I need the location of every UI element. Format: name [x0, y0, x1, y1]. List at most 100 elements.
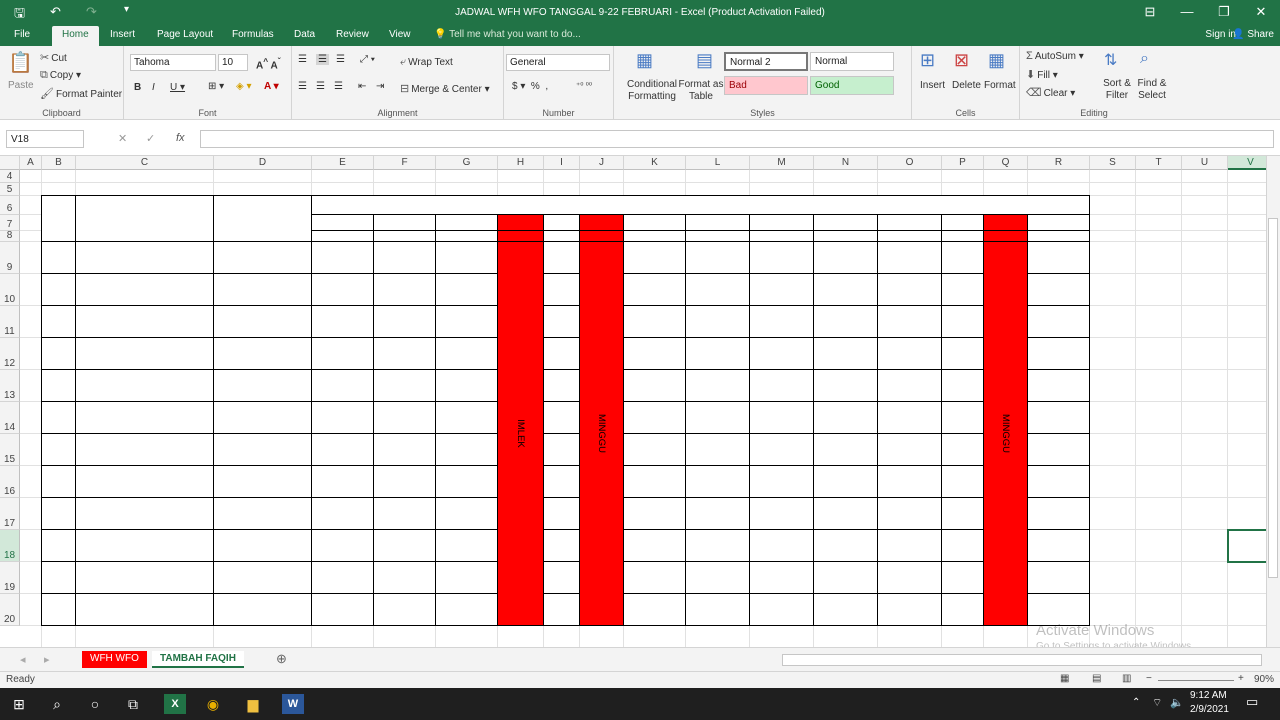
row-header-9[interactable]: 9: [0, 242, 20, 274]
column-header-b[interactable]: B: [42, 156, 76, 170]
font-name-select[interactable]: Tahoma: [130, 54, 216, 71]
word-app-icon[interactable]: W: [282, 694, 304, 714]
font-color-icon[interactable]: A ▾: [264, 81, 279, 92]
spreadsheet-grid[interactable]: A B C D E F G H I J K L M N O P Q R S T U V 4 5 6 7 8 9 10 11 12 13 14 15…: [0, 156, 1280, 647]
select-all-corner[interactable]: [0, 156, 20, 170]
row-header-5[interactable]: 5: [0, 183, 20, 196]
insert-cells-button[interactable]: Insert: [920, 80, 945, 91]
column-header-c[interactable]: C: [76, 156, 214, 170]
align-middle-icon[interactable]: ☰: [316, 54, 329, 65]
tray-chevron-icon[interactable]: ⌃: [1132, 697, 1140, 708]
row-header-4[interactable]: 4: [0, 170, 20, 183]
find-select-icon[interactable]: ⌕: [1140, 50, 1149, 68]
column-header-s[interactable]: S: [1090, 156, 1136, 170]
column-header-m[interactable]: M: [750, 156, 814, 170]
sort-filter-icon[interactable]: ⇅: [1104, 50, 1117, 70]
align-bottom-icon[interactable]: ☰: [336, 54, 345, 65]
borders-icon[interactable]: ⊞ ▾: [208, 81, 224, 92]
sort-filter-button[interactable]: Sort & Filter: [1100, 78, 1134, 102]
delete-cells-icon[interactable]: ⊠: [954, 50, 969, 71]
column-header-f[interactable]: F: [374, 156, 436, 170]
align-right-icon[interactable]: ☰: [334, 81, 343, 92]
align-top-icon[interactable]: ☰: [298, 54, 307, 65]
column-header-a[interactable]: A: [20, 156, 42, 170]
style-normal[interactable]: Normal: [810, 52, 894, 71]
minimize-button[interactable]: —: [1177, 4, 1197, 19]
orientation-icon[interactable]: ⤢ ▾: [360, 54, 375, 65]
increase-font-icon[interactable]: A^ Aˇ: [256, 56, 281, 71]
format-as-table-button[interactable]: Format as Table: [676, 79, 726, 103]
format-cells-button[interactable]: Format: [984, 80, 1016, 91]
row-header-7[interactable]: 7: [0, 215, 20, 231]
row-header-16[interactable]: 16: [0, 466, 20, 498]
row-header-15[interactable]: 15: [0, 434, 20, 466]
row-header-6[interactable]: 6: [0, 196, 20, 215]
excel-app-icon[interactable]: X: [164, 694, 186, 714]
style-normal-2[interactable]: Normal 2: [724, 52, 808, 71]
column-header-d[interactable]: D: [214, 156, 312, 170]
name-box[interactable]: V18: [6, 130, 84, 148]
row-header-11[interactable]: 11: [0, 306, 20, 338]
tab-view[interactable]: View: [389, 29, 411, 40]
tab-formulas[interactable]: Formulas: [232, 29, 274, 40]
bold-icon[interactable]: B: [134, 82, 141, 93]
italic-icon[interactable]: I: [152, 82, 155, 93]
row-header-13[interactable]: 13: [0, 370, 20, 402]
enter-icon[interactable]: ✓: [146, 132, 155, 145]
search-icon[interactable]: ⌕: [46, 694, 68, 714]
tab-home[interactable]: Home: [52, 26, 99, 46]
windows-start-icon[interactable]: ⊞: [8, 694, 30, 714]
row-header-12[interactable]: 12: [0, 338, 20, 370]
fill-button[interactable]: ⬇ Fill ▾: [1026, 68, 1058, 81]
merge-center-button[interactable]: ⊟ Merge & Center ▾: [400, 82, 490, 95]
column-header-n[interactable]: N: [814, 156, 878, 170]
format-cells-icon[interactable]: ▦: [988, 50, 1005, 71]
row-header-10[interactable]: 10: [0, 274, 20, 306]
decimal-icon[interactable]: ⁺⁰ ⁰⁰: [576, 81, 592, 90]
row-header-8[interactable]: 8: [0, 231, 20, 242]
column-header-h[interactable]: H: [498, 156, 544, 170]
sheet-tab-wfh-wfo[interactable]: WFH WFO: [82, 651, 147, 668]
style-good[interactable]: Good: [810, 76, 894, 95]
tab-data[interactable]: Data: [294, 29, 315, 40]
row-header-18[interactable]: 18: [0, 530, 20, 562]
cancel-icon[interactable]: ✕: [118, 132, 127, 145]
align-left-icon[interactable]: ☰: [298, 81, 307, 92]
autosum-button[interactable]: Σ AutoSum ▾: [1026, 50, 1084, 62]
row-header-17[interactable]: 17: [0, 498, 20, 530]
chrome-app-icon[interactable]: ◉: [202, 694, 224, 714]
prev-sheet-icon[interactable]: ◂: [20, 653, 26, 666]
number-format-select[interactable]: General: [506, 54, 610, 71]
row-header-20[interactable]: 20: [0, 594, 20, 626]
zoom-slider[interactable]: [1158, 680, 1234, 681]
normal-view-icon[interactable]: ▦: [1060, 673, 1069, 684]
tab-review[interactable]: Review: [336, 29, 369, 40]
formula-input[interactable]: [200, 130, 1274, 148]
share-button[interactable]: 👤 Share: [1232, 29, 1274, 40]
notification-icon[interactable]: ▭: [1246, 694, 1258, 710]
underline-icon[interactable]: U ▾: [170, 82, 185, 93]
column-header-l[interactable]: L: [686, 156, 750, 170]
close-button[interactable]: ✕: [1251, 4, 1271, 20]
conditional-formatting-button[interactable]: Conditional Formatting: [620, 79, 684, 103]
cut-button[interactable]: ✂ Cut: [40, 51, 67, 64]
cortana-icon[interactable]: ○: [84, 694, 106, 714]
next-sheet-icon[interactable]: ▸: [44, 653, 50, 666]
add-sheet-icon[interactable]: ⊕: [276, 651, 287, 667]
format-as-table-icon[interactable]: ▤: [696, 50, 713, 71]
wrap-text-button[interactable]: ⤶ Wrap Text: [400, 56, 453, 69]
scrollbar-thumb[interactable]: [1268, 218, 1278, 578]
row-header-14[interactable]: 14: [0, 402, 20, 434]
column-header-p[interactable]: P: [942, 156, 984, 170]
horizontal-scrollbar[interactable]: [782, 654, 1262, 666]
column-header-q[interactable]: Q: [984, 156, 1028, 170]
tab-insert[interactable]: Insert: [110, 29, 135, 40]
style-bad[interactable]: Bad: [724, 76, 808, 95]
sheet-tab-tambah-faqih[interactable]: TAMBAH FAQIH: [152, 651, 244, 668]
column-header-r[interactable]: R: [1028, 156, 1090, 170]
paste-button[interactable]: Paste: [8, 80, 34, 91]
column-header-t[interactable]: T: [1136, 156, 1182, 170]
row-header-19[interactable]: 19: [0, 562, 20, 594]
file-explorer-icon[interactable]: ▆: [242, 694, 264, 714]
paste-icon[interactable]: 📋: [8, 50, 33, 75]
